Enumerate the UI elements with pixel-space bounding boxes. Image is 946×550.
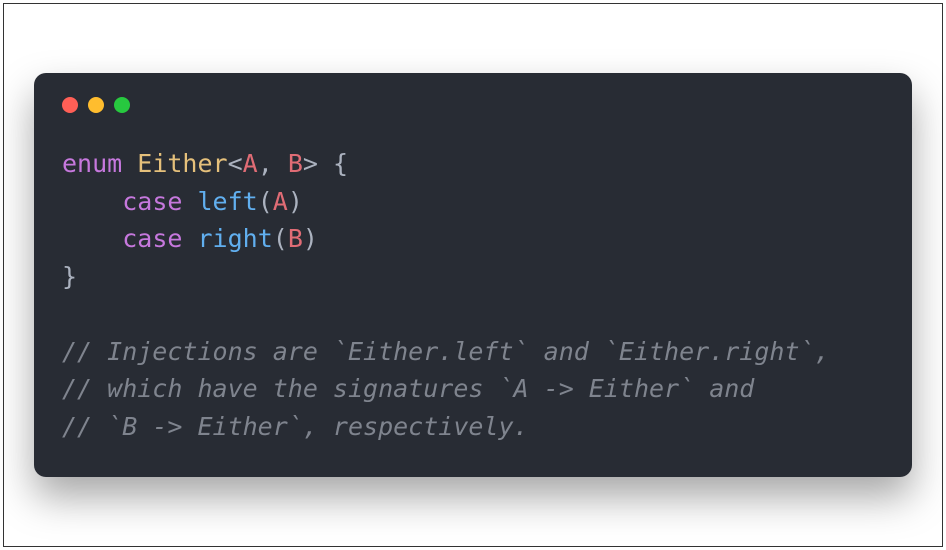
case-right: right bbox=[198, 224, 273, 253]
page-frame: enum Either<A, B> { case left(A) case ri… bbox=[3, 3, 943, 547]
indent bbox=[62, 224, 122, 253]
type-param-b: B bbox=[288, 149, 303, 178]
minimize-icon bbox=[88, 97, 104, 113]
close-icon bbox=[62, 97, 78, 113]
paren-open: ( bbox=[273, 224, 288, 253]
comment-line-3: // `B -> Either`, respectively. bbox=[62, 412, 529, 441]
comment-line-1: // Injections are `Either.left` and `Eit… bbox=[62, 337, 830, 366]
case-left: left bbox=[198, 187, 258, 216]
type-a: A bbox=[273, 187, 288, 216]
maximize-icon bbox=[114, 97, 130, 113]
type-either: Either bbox=[137, 149, 227, 178]
keyword-case: case bbox=[122, 224, 182, 253]
space bbox=[318, 149, 333, 178]
keyword-case: case bbox=[122, 187, 182, 216]
type-b: B bbox=[288, 224, 303, 253]
comma: , bbox=[258, 149, 288, 178]
type-param-a: A bbox=[243, 149, 258, 178]
code-block: enum Either<A, B> { case left(A) case ri… bbox=[62, 145, 884, 445]
paren-close: ) bbox=[303, 224, 318, 253]
traffic-lights bbox=[62, 97, 884, 113]
angle-open: < bbox=[228, 149, 243, 178]
comment-line-2: // which have the signatures `A -> Eithe… bbox=[62, 374, 754, 403]
indent bbox=[62, 187, 122, 216]
space bbox=[122, 149, 137, 178]
space bbox=[182, 224, 197, 253]
code-window: enum Either<A, B> { case left(A) case ri… bbox=[34, 73, 912, 477]
brace-close: } bbox=[62, 262, 77, 291]
paren-open: ( bbox=[258, 187, 273, 216]
keyword-enum: enum bbox=[62, 149, 122, 178]
brace-open: { bbox=[333, 149, 348, 178]
space bbox=[182, 187, 197, 216]
paren-close: ) bbox=[288, 187, 303, 216]
angle-close: > bbox=[303, 149, 318, 178]
